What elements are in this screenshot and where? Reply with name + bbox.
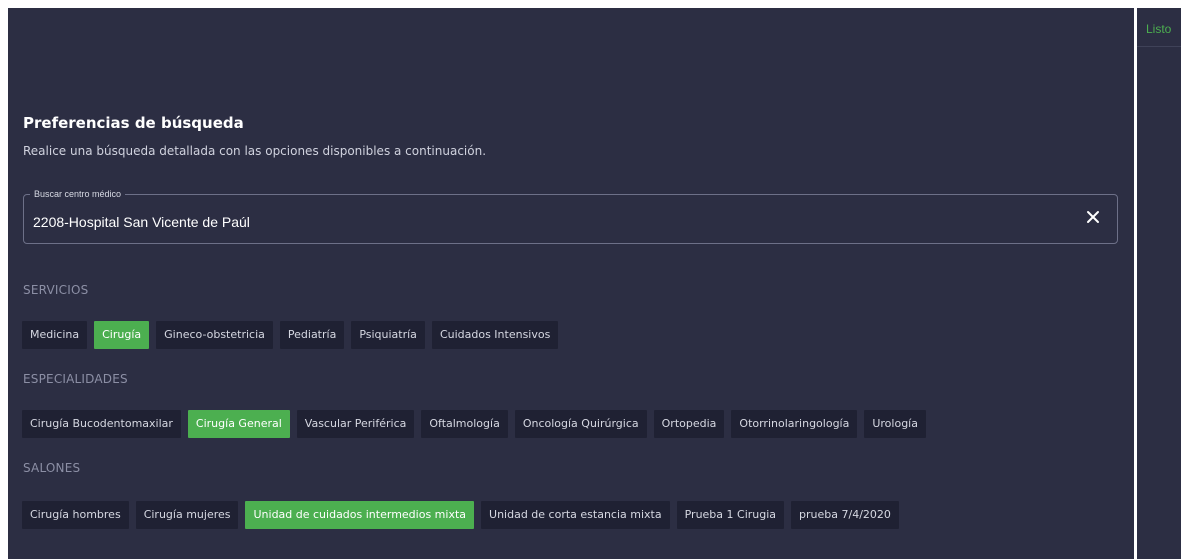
search-input[interactable]: 2208-Hospital San Vicente de Paúl <box>33 214 250 230</box>
room-chip-unidad-cuidados-intermedios-mixta[interactable]: Unidad de cuidados intermedios mixta <box>245 501 475 529</box>
rooms-section-label: SALONES <box>23 461 81 475</box>
services-section-label: SERVICIOS <box>23 283 89 297</box>
search-preferences-panel: Preferencias de búsqueda Realice una bús… <box>8 8 1134 559</box>
service-chip-gineco-obstetricia[interactable]: Gineco-obstetricia <box>156 321 273 349</box>
status-text: Listo <box>1146 22 1172 36</box>
rooms-chip-group: Cirugía hombres Cirugía mujeres Unidad d… <box>22 501 899 529</box>
specialty-chip-cirugia-bucodentomaxilar[interactable]: Cirugía Bucodentomaxilar <box>22 410 181 438</box>
page-title: Preferencias de búsqueda <box>23 114 244 132</box>
service-chip-medicina[interactable]: Medicina <box>22 321 88 349</box>
specialty-chip-cirugia-general[interactable]: Cirugía General <box>187 410 290 438</box>
service-chip-pediatria[interactable]: Pediatría <box>279 321 345 349</box>
status-panel-divider <box>1137 46 1181 47</box>
room-chip-cirugia-hombres[interactable]: Cirugía hombres <box>22 501 129 529</box>
medical-center-search-field[interactable]: Buscar centro médico 2208-Hospital San V… <box>23 188 1118 244</box>
room-chip-unidad-corta-estancia-mixta[interactable]: Unidad de corta estancia mixta <box>481 501 670 529</box>
specialty-chip-oncologia-quirurgica[interactable]: Oncología Quirúrgica <box>514 410 647 438</box>
status-panel: Listo <box>1137 8 1181 559</box>
service-chip-cirugia[interactable]: Cirugía <box>94 321 150 349</box>
specialty-chip-oftalmologia[interactable]: Oftalmología <box>421 410 508 438</box>
services-chip-group: Medicina Cirugía Gineco-obstetricia Pedi… <box>22 321 559 349</box>
specialties-chip-group: Cirugía Bucodentomaxilar Cirugía General… <box>22 410 926 438</box>
service-chip-psiquiatria[interactable]: Psiquiatría <box>351 321 425 349</box>
clear-search-button[interactable] <box>1083 207 1103 227</box>
specialties-section-label: ESPECIALIDADES <box>23 372 128 386</box>
specialty-chip-otorrinolaringologia[interactable]: Otorrinolaringología <box>731 410 858 438</box>
service-chip-cuidados-intensivos[interactable]: Cuidados Intensivos <box>431 321 559 349</box>
search-field-legend: Buscar centro médico <box>30 188 126 200</box>
specialty-chip-urologia[interactable]: Urología <box>864 410 926 438</box>
page-subtitle: Realice una búsqueda detallada con las o… <box>23 144 487 158</box>
room-chip-cirugia-mujeres[interactable]: Cirugía mujeres <box>135 501 239 529</box>
close-icon <box>1087 211 1099 223</box>
specialty-chip-ortopedia[interactable]: Ortopedia <box>653 410 725 438</box>
room-chip-prueba-7-4-2020[interactable]: prueba 7/4/2020 <box>791 501 899 529</box>
specialty-chip-vascular-periferica[interactable]: Vascular Periférica <box>296 410 415 438</box>
room-chip-prueba-1-cirugia[interactable]: Prueba 1 Cirugia <box>676 501 785 529</box>
